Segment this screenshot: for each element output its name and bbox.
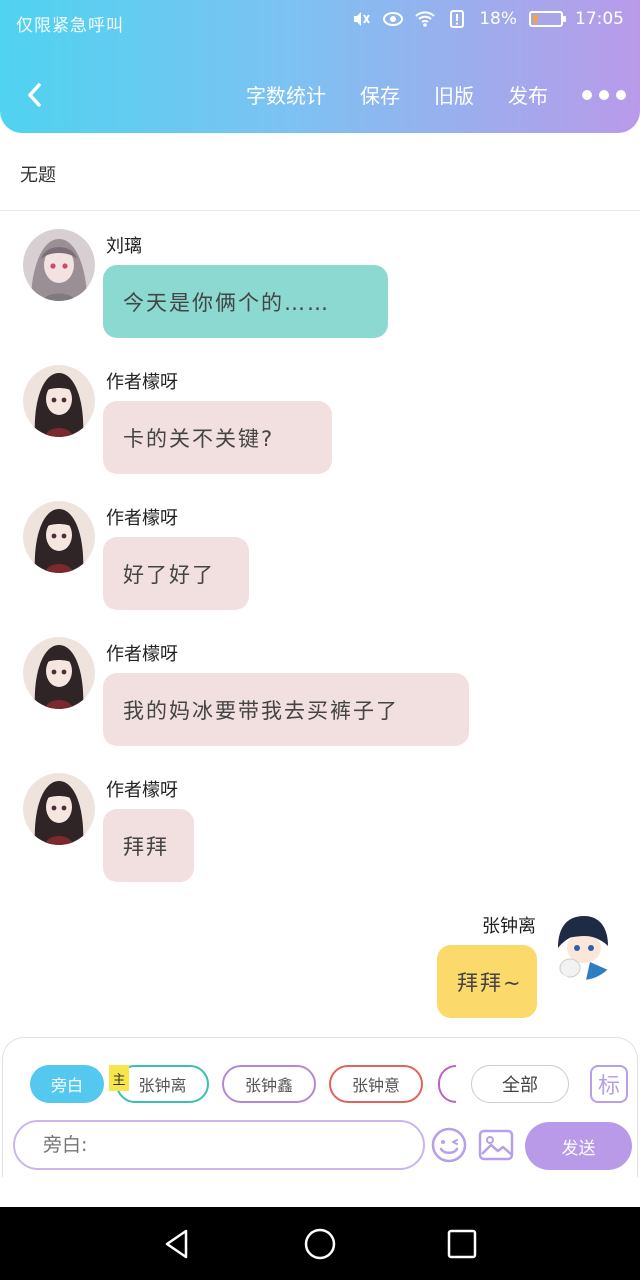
battery-icon: [529, 11, 566, 27]
eye-icon: [383, 12, 404, 26]
header-actions: 字数统计 保存 旧版 发布: [246, 80, 626, 109]
back-button[interactable]: [18, 78, 50, 112]
sender-name: 作者檬呀: [106, 780, 178, 801]
avatar[interactable]: [23, 229, 95, 301]
compose-panel: 旁白 张钟离 主 张钟鑫 张钟意 全部 标 发送: [2, 1037, 638, 1177]
avatar[interactable]: [546, 908, 618, 980]
sender-name: 作者檬呀: [106, 644, 178, 665]
recents-square-icon[interactable]: [445, 1227, 479, 1261]
chat-message: 作者檬呀 我的妈冰要带我去买裤子了: [0, 620, 640, 756]
mark-button[interactable]: 标: [590, 1065, 628, 1103]
story-title: 无题: [20, 165, 56, 186]
role-chip-overflow[interactable]: [438, 1065, 456, 1103]
sim-alert-icon: [450, 10, 465, 28]
wifi-icon: [415, 11, 435, 27]
emoji-icon[interactable]: [430, 1126, 468, 1164]
more-dot: [582, 89, 592, 100]
old-version-button[interactable]: 旧版: [434, 80, 474, 109]
story-title-row[interactable]: 无题: [0, 133, 640, 211]
chat-message: 作者檬呀 卡的关不关键?: [0, 348, 640, 484]
home-circle-icon[interactable]: [303, 1227, 337, 1261]
avatar-girl-dark-hair-icon: [23, 637, 95, 709]
mute-icon: [354, 12, 371, 26]
status-bar: 仅限紧急呼叫 18% 17:05: [0, 0, 640, 44]
status-carrier-text: 仅限紧急呼叫: [16, 16, 124, 36]
send-button[interactable]: 发送: [525, 1122, 632, 1170]
chat-message: 作者檬呀 好了好了: [0, 484, 640, 620]
avatar-girl-dark-hair-icon: [23, 773, 95, 845]
publish-button[interactable]: 发布: [508, 80, 548, 109]
chat-message: 作者檬呀 拜拜: [0, 756, 640, 892]
message-input-wrapper: [13, 1120, 425, 1170]
battery-percent: 18%: [479, 9, 517, 29]
main-role-badge: 主: [109, 1065, 129, 1091]
nav-row: 字数统计 保存 旧版 发布: [0, 72, 640, 120]
chat-message: 刘璃 今天是你俩个的……: [0, 212, 640, 348]
chevron-left-icon: [28, 83, 41, 107]
save-button[interactable]: 保存: [360, 80, 400, 109]
avatar[interactable]: [23, 773, 95, 845]
message-bubble[interactable]: 今天是你俩个的……: [103, 265, 388, 338]
role-chip-zhang-zhongyi[interactable]: 张钟意: [329, 1065, 423, 1103]
message-bubble[interactable]: 卡的关不关键?: [103, 401, 332, 474]
back-triangle-icon[interactable]: [160, 1227, 194, 1261]
image-icon[interactable]: [477, 1126, 515, 1164]
chat-list: 刘璃 今天是你俩个的…… 作者檬呀 卡的关不关键? 作者檬呀 好了好了 作者檬呀…: [0, 212, 640, 1037]
avatar-girl-pink-icon: [23, 229, 95, 301]
message-bubble[interactable]: 拜拜: [103, 809, 194, 882]
word-count-button[interactable]: 字数统计: [246, 80, 326, 109]
avatar-girl-dark-hair-icon: [23, 501, 95, 573]
message-bubble[interactable]: 拜拜~: [437, 945, 537, 1018]
message-bubble[interactable]: 好了好了: [103, 537, 249, 610]
avatar-boy-chibi-icon: [546, 908, 618, 980]
more-dot: [599, 89, 609, 100]
sender-name: 刘璃: [106, 236, 142, 257]
chat-message: 张钟离 拜拜~: [0, 892, 640, 1028]
avatar[interactable]: [23, 501, 95, 573]
battery-level: [533, 15, 538, 23]
top-header: 仅限紧急呼叫 18% 17:05 字数统计 保存 旧版 发布: [0, 0, 640, 133]
status-time: 17:05: [575, 9, 624, 29]
role-chip-zhang-zhongxin[interactable]: 张钟鑫: [222, 1065, 316, 1103]
sender-name: 张钟离: [482, 916, 536, 937]
avatar[interactable]: [23, 637, 95, 709]
role-chip-zhang-zhongli[interactable]: 张钟离: [116, 1065, 209, 1103]
role-chip-all[interactable]: 全部: [471, 1065, 569, 1103]
message-bubble[interactable]: 我的妈冰要带我去买裤子了: [103, 673, 469, 746]
avatar[interactable]: [23, 365, 95, 437]
status-icons: 18% 17:05: [351, 9, 624, 29]
role-chip-narrator[interactable]: 旁白: [30, 1065, 104, 1103]
sender-name: 作者檬呀: [106, 508, 178, 529]
more-dot: [616, 89, 626, 100]
message-input[interactable]: [43, 1134, 423, 1156]
more-menu-button[interactable]: [582, 89, 626, 100]
sender-name: 作者檬呀: [106, 372, 178, 393]
system-nav-bar: [0, 1207, 640, 1280]
avatar-girl-dark-hair-icon: [23, 365, 95, 437]
